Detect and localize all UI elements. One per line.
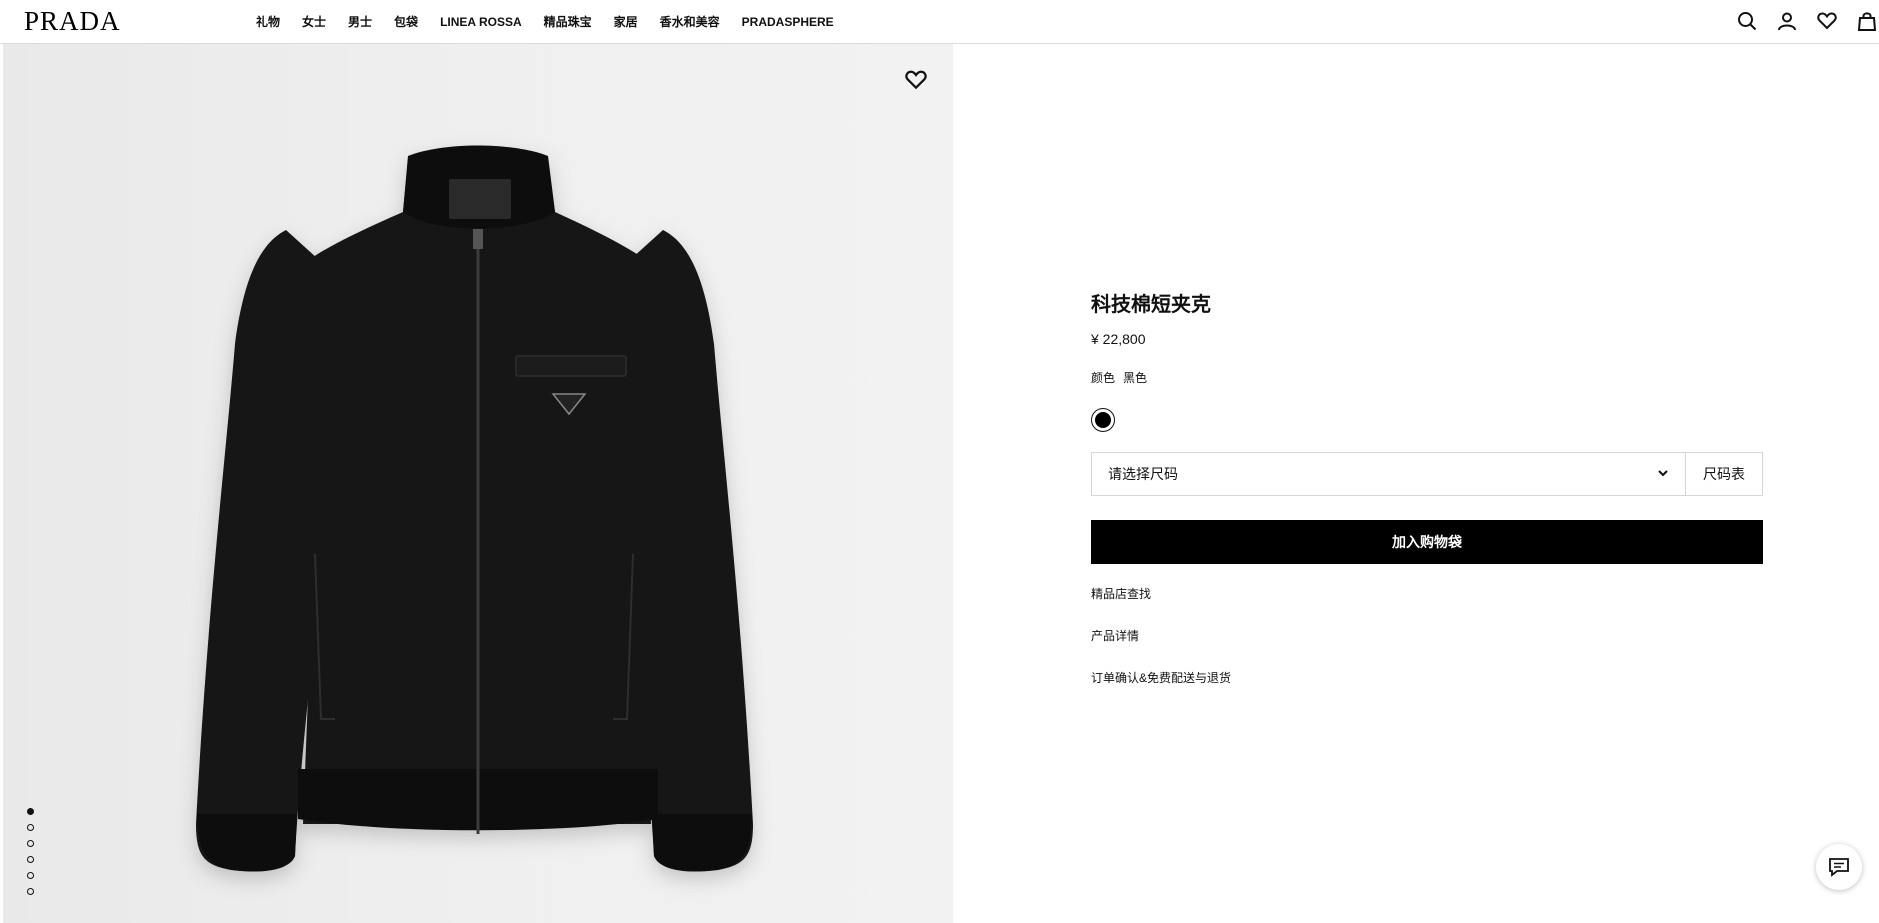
color-label: 颜色: [1091, 371, 1116, 385]
gallery-dot-4[interactable]: [27, 856, 34, 863]
color-row: 颜色 黑色: [1091, 370, 1763, 386]
size-row: 请选择尺码 尺码表: [1091, 452, 1763, 496]
size-guide-link[interactable]: 尺码表: [1686, 452, 1763, 496]
search-icon[interactable]: [1735, 9, 1759, 33]
chat-button[interactable]: [1816, 844, 1862, 890]
chat-icon: [1829, 858, 1849, 877]
product-details-link[interactable]: 产品详情: [1091, 628, 1763, 644]
add-to-bag-button[interactable]: 加入购物袋: [1091, 520, 1763, 564]
bag-icon[interactable]: [1855, 9, 1879, 33]
nav-item-bags[interactable]: 包袋: [394, 14, 418, 30]
size-select[interactable]: 请选择尺码: [1091, 452, 1686, 496]
nav-item-men[interactable]: 男士: [348, 14, 372, 30]
product-info-panel: 科技棉短夹克 ¥ 22,800 颜色 黑色 请选择尺码 尺码表 加入购物袋 精品店…: [1091, 292, 1763, 686]
chevron-down-icon: [1657, 466, 1669, 482]
top-navigation-bar: PRADA 礼物 女士 男士 包袋 LINEA ROSSA 精品珠宝 家居 香水…: [0, 0, 1879, 44]
nav-item-women[interactable]: 女士: [302, 14, 326, 30]
nav-item-gifts[interactable]: 礼物: [256, 14, 280, 30]
swatch-fill: [1095, 412, 1111, 428]
header-icons: [1719, 9, 1879, 33]
nav-item-home[interactable]: 家居: [614, 14, 638, 30]
color-swatch-black[interactable]: [1091, 408, 1115, 432]
product-price: ¥ 22,800: [1091, 331, 1146, 347]
main-nav: 礼物 女士 男士 包袋 LINEA ROSSA 精品珠宝 家居 香水和美容 PR…: [256, 14, 856, 30]
shipping-returns-link[interactable]: 订单确认&免费配送与退货: [1091, 670, 1763, 686]
prada-logo[interactable]: PRADA: [24, 7, 121, 35]
store-locator-link[interactable]: 精品店查找: [1091, 586, 1763, 602]
nav-item-linea-rossa[interactable]: LINEA ROSSA: [440, 14, 522, 30]
gallery-dot-1[interactable]: [27, 808, 34, 815]
account-icon[interactable]: [1775, 9, 1799, 33]
gallery-dot-5[interactable]: [27, 872, 34, 879]
size-select-placeholder: 请选择尺码: [1108, 466, 1178, 482]
nav-item-pradasphere[interactable]: PRADASPHERE: [742, 14, 834, 30]
add-to-wishlist-heart-icon[interactable]: [905, 69, 929, 93]
gallery-dot-6[interactable]: [27, 888, 34, 895]
product-image-gallery[interactable]: [3, 44, 953, 923]
product-title: 科技棉短夹克: [1091, 294, 1211, 316]
gallery-dot-3[interactable]: [27, 840, 34, 847]
gallery-pagination: [27, 808, 34, 904]
wishlist-icon[interactable]: [1815, 9, 1839, 33]
color-value: 黑色: [1123, 371, 1148, 385]
product-image: [196, 145, 753, 872]
nav-item-fragrance-beauty[interactable]: 香水和美容: [660, 14, 720, 30]
nav-item-fine-jewelry[interactable]: 精品珠宝: [544, 14, 592, 30]
gallery-dot-2[interactable]: [27, 824, 34, 831]
